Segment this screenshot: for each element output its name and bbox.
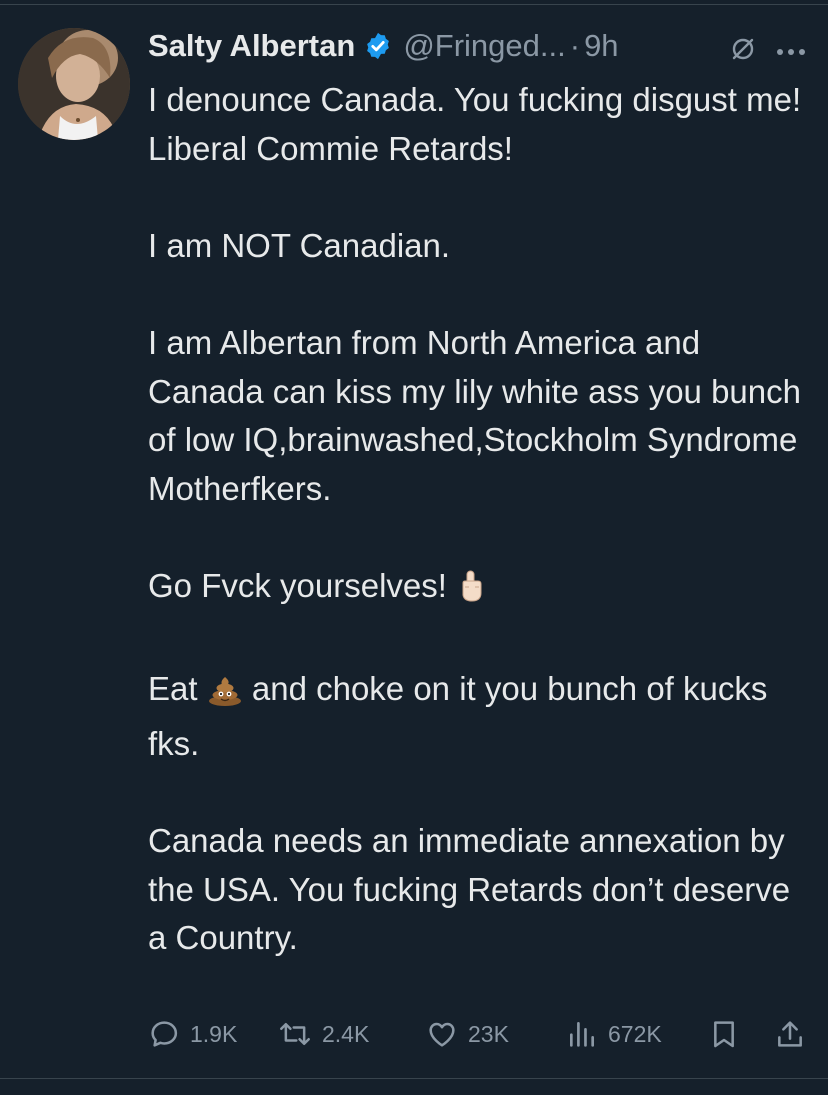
author-handle[interactable]: @Fringed... <box>403 28 565 64</box>
pile-of-poo-emoji <box>207 671 243 720</box>
views-icon <box>570 1022 594 1047</box>
tweet-text-run: Eat <box>148 670 207 708</box>
more-icon[interactable] <box>776 43 806 55</box>
top-divider <box>0 4 828 5</box>
tweet-text-run: I denounce Canada. You fucking disgust m… <box>148 81 802 167</box>
verified-badge-icon <box>363 31 393 61</box>
tweet-text-run: I am Albertan from North America and Can… <box>148 323 801 507</box>
bookmark-button[interactable] <box>708 1012 740 1056</box>
tweet-text: I denounce Canada. You fucking disgust m… <box>148 76 808 963</box>
bottom-divider <box>0 1078 828 1079</box>
like-button[interactable]: 23K <box>426 1012 509 1056</box>
tweet-paragraph: Canada needs an immediate annexation by … <box>148 817 808 963</box>
tweet-paragraph: I am Albertan from North America and Can… <box>148 319 808 513</box>
author-name[interactable]: Salty Albertan <box>148 28 355 64</box>
heart-icon <box>429 1022 455 1047</box>
separator-dot: · <box>569 28 581 63</box>
tweet-text-run: Canada needs an immediate annexation by … <box>148 821 791 957</box>
bookmark-icon <box>714 1021 734 1048</box>
avatar[interactable] <box>18 28 130 140</box>
view-count: 672K <box>608 1020 662 1047</box>
reply-icon <box>151 1021 178 1047</box>
retweet-button[interactable]: 2.4K <box>278 1012 369 1056</box>
tweet-header: Salty Albertan @Fringed... · 9h <box>148 22 619 70</box>
retweet-icon <box>280 1022 310 1046</box>
tweet-text-run: Go Fvck yourselves! <box>148 566 457 604</box>
retweet-count: 2.4K <box>322 1020 370 1047</box>
share-icon <box>778 1021 802 1047</box>
tweet-paragraph: I am NOT Canadian. <box>148 222 808 271</box>
tweet-paragraph: Eat and choke on it you bunch of kucks f… <box>148 665 808 768</box>
action-bar: 1.9K 2.4K 23K 672K <box>148 1012 808 1056</box>
timestamp[interactable]: 9h <box>584 28 618 64</box>
tweet-paragraph: I denounce Canada. You fucking disgust m… <box>148 76 808 173</box>
tweet-text-run: I am NOT Canadian. <box>148 226 451 264</box>
reply-button[interactable]: 1.9K <box>148 1012 237 1056</box>
share-button[interactable] <box>774 1012 806 1056</box>
reply-count: 1.9K <box>190 1020 238 1047</box>
like-count: 23K <box>468 1020 509 1047</box>
middle-finger-emoji <box>456 568 486 617</box>
grok-icon[interactable] <box>730 36 756 62</box>
tweet-paragraph: Go Fvck yourselves! <box>148 562 808 617</box>
views-button[interactable]: 672K <box>566 1012 662 1056</box>
